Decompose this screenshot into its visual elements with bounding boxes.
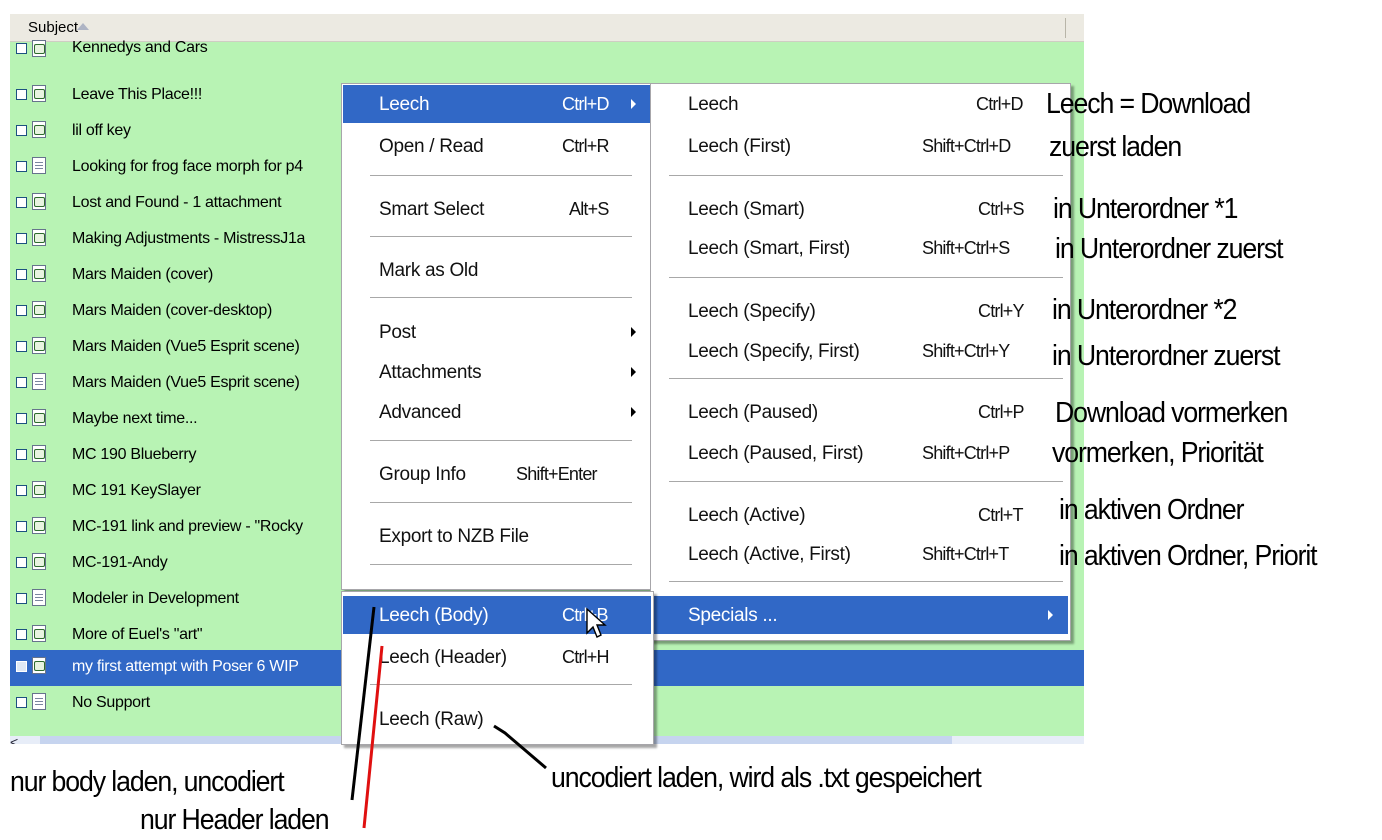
header-annotation-text: nur Header laden bbox=[140, 804, 330, 836]
annotation-text: in Unterordner *2 bbox=[1052, 294, 1238, 326]
annotation-text: in aktiven Ordner bbox=[1059, 494, 1245, 526]
annotation-text: in Unterordner *1 bbox=[1053, 193, 1239, 225]
annotation-text: zuerst laden bbox=[1049, 131, 1182, 163]
raw-annotation-line bbox=[493, 724, 547, 770]
annotation-text: in Unterordner zuerst bbox=[1052, 340, 1281, 372]
annotation-text: Download vormerken bbox=[1055, 397, 1288, 429]
annotation-text: in Unterordner zuerst bbox=[1055, 233, 1284, 265]
body-annotation-text: nur body laden, uncodiert bbox=[10, 766, 285, 798]
annotation-text: Leech = Download bbox=[1046, 88, 1251, 120]
annotation-text: vormerken, Priorität bbox=[1052, 437, 1264, 469]
annotation-text: in aktiven Ordner, Priorit bbox=[1059, 540, 1318, 572]
raw-annotation-text: uncodiert laden, wird als .txt gespeiche… bbox=[551, 762, 982, 794]
